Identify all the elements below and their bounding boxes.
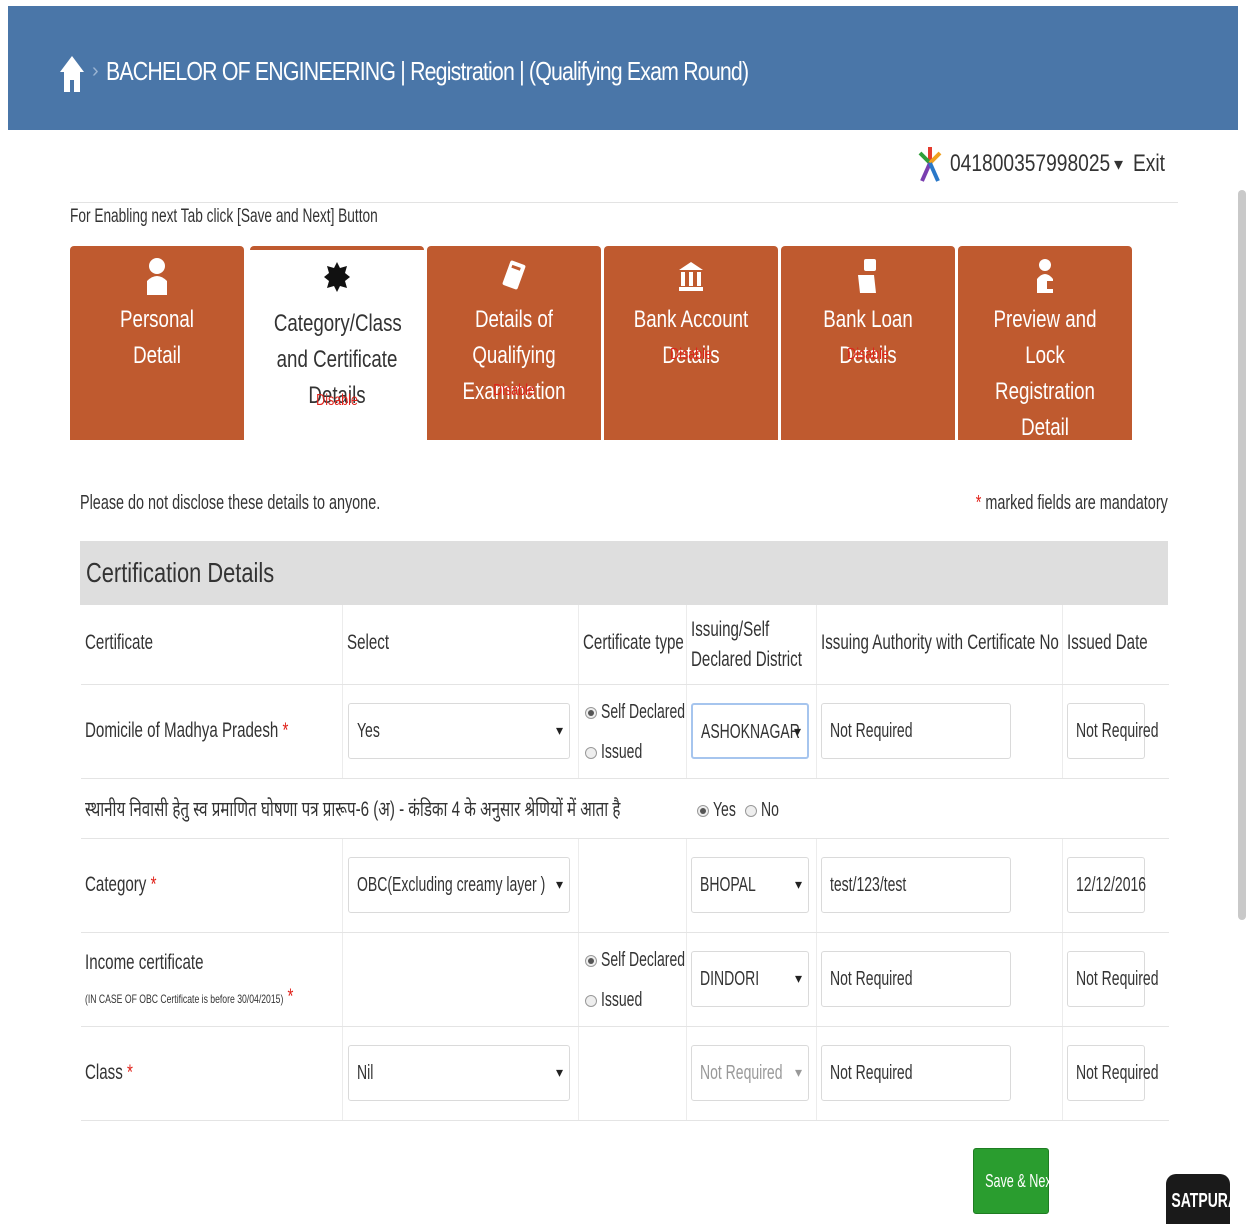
badge-icon (324, 262, 350, 292)
category-select[interactable]: OBC(Excluding creamy layer ) ▾ (348, 857, 570, 913)
bank-icon (679, 262, 703, 291)
mandatory-note: * marked fields are mandatory (975, 492, 1168, 514)
declaration-no-radio[interactable]: No (745, 799, 787, 822)
category-district-select[interactable]: BHOPAL ▾ (691, 857, 809, 913)
declaration-yes-radio[interactable]: Yes (697, 799, 746, 822)
tab-qualifying-exam[interactable]: Details of Qualifying Examination Disabl… (427, 246, 601, 440)
user-bar: 041800357998025 ▾ Exit (916, 142, 1169, 186)
save-next-button[interactable]: Save & Next (973, 1148, 1055, 1214)
tab-preview-lock[interactable]: Preview and Lock Registration Detail (958, 246, 1132, 441)
tab-status: Disable (670, 346, 712, 363)
table-row-class: Class * Nil ▾ Not Required ▾ Not Required … (81, 1027, 1169, 1121)
income-note: (IN CASE OF OBC Certificate is before 30… (85, 985, 294, 1008)
tab-personal-detail[interactable]: Personal Detail (70, 246, 244, 440)
domicile-select[interactable]: Yes ▾ (348, 703, 570, 759)
table-row-income: Income certificate (IN CASE OF OBC Certi… (81, 933, 1169, 1027)
income-date-input[interactable]: Not Required (1067, 951, 1158, 1007)
loan-icon (858, 259, 876, 293)
table-header-row: Certificate Select Certificate type Issu… (81, 605, 1169, 685)
section-title: Certification Details (86, 557, 275, 588)
book-icon (502, 260, 526, 290)
tab-bank-account[interactable]: Bank Account Details Disable (604, 246, 778, 440)
tab-status: Disable (847, 346, 889, 363)
income-district-select[interactable]: DINDORI ▾ (691, 951, 809, 1007)
class-select[interactable]: Nil ▾ (348, 1045, 570, 1101)
category-date-input[interactable]: 12/12/2016 (1067, 857, 1146, 913)
domicile-district-select[interactable]: ASHOKNAGAR ▾ (691, 703, 809, 759)
tab-bank-loan[interactable]: Bank Loan Details Disable (781, 246, 955, 440)
domicile-type-issued[interactable]: Issued (585, 741, 660, 764)
column-header: Certificate (85, 631, 154, 654)
table-row-category: Category * OBC(Excluding creamy layer ) ▾… (81, 839, 1169, 933)
certificate-label: Category * (85, 873, 157, 896)
class-authority-input[interactable]: Not Required (821, 1045, 1011, 1101)
page-title: BACHELOR OF ENGINEERING | Registration |… (106, 56, 749, 86)
certificate-label: Income certificate (85, 951, 204, 974)
class-district-select[interactable]: Not Required ▾ (691, 1045, 809, 1101)
column-header: Issued Date (1067, 631, 1148, 654)
tab-label: Preview and Lock Registration Detail (993, 306, 1097, 441)
lock-user-icon (1037, 259, 1055, 293)
divider (70, 202, 1178, 203)
certificate-label: Class * (85, 1061, 133, 1084)
header-bar: › BACHELOR OF ENGINEERING | Registration… (8, 6, 1238, 130)
home-icon[interactable] (58, 52, 86, 96)
certificate-label: Domicile of Madhya Pradesh * (85, 719, 289, 742)
column-header: Issuing Authority with Certificate No (821, 631, 1059, 654)
table-row-declaration: स्थानीय निवासी हेतु स्व प्रमाणित घोषणा प… (81, 779, 1169, 839)
income-authority-input[interactable]: Not Required (821, 951, 1011, 1007)
tab-hint: For Enabling next Tab click [Save and Ne… (70, 206, 378, 227)
domicile-authority-input[interactable]: Not Required (821, 703, 1011, 759)
category-authority-input[interactable]: test/123/test (821, 857, 1011, 913)
column-header: Certificate type (583, 631, 684, 654)
income-type-issued[interactable]: Issued (585, 989, 660, 1012)
section-header: Certification Details (80, 541, 1168, 605)
column-header: Select (347, 631, 390, 654)
user-id: 041800357998025 (950, 150, 1111, 177)
table-row-domicile: Domicile of Madhya Pradesh * Yes ▾ Self D… (81, 685, 1169, 779)
class-date-input[interactable]: Not Required (1067, 1045, 1158, 1101)
satpura-badge: SATPURA (1166, 1174, 1238, 1224)
exit-link[interactable]: Exit (1133, 150, 1165, 178)
tab-status: Disable (316, 392, 358, 409)
tab-status: Disable (493, 382, 535, 399)
domicile-date-input[interactable]: Not Required (1067, 703, 1158, 759)
tab-category-certificate[interactable]: Category/Class and Certificate Details D… (250, 246, 424, 440)
column-header: Issuing/Self Declared District (691, 618, 802, 671)
user-menu-caret-icon[interactable]: ▾ (1114, 154, 1123, 175)
privacy-notice: Please do not disclose these details to … (80, 492, 381, 514)
breadcrumb-separator: › (92, 60, 99, 82)
tab-label: Personal Detail (120, 306, 194, 369)
declaration-text: स्थानीय निवासी हेतु स्व प्रमाणित घोषणा प… (85, 798, 621, 821)
scrollbar[interactable] (1238, 190, 1246, 920)
user-icon (147, 258, 167, 295)
portal-logo-icon (918, 147, 942, 182)
